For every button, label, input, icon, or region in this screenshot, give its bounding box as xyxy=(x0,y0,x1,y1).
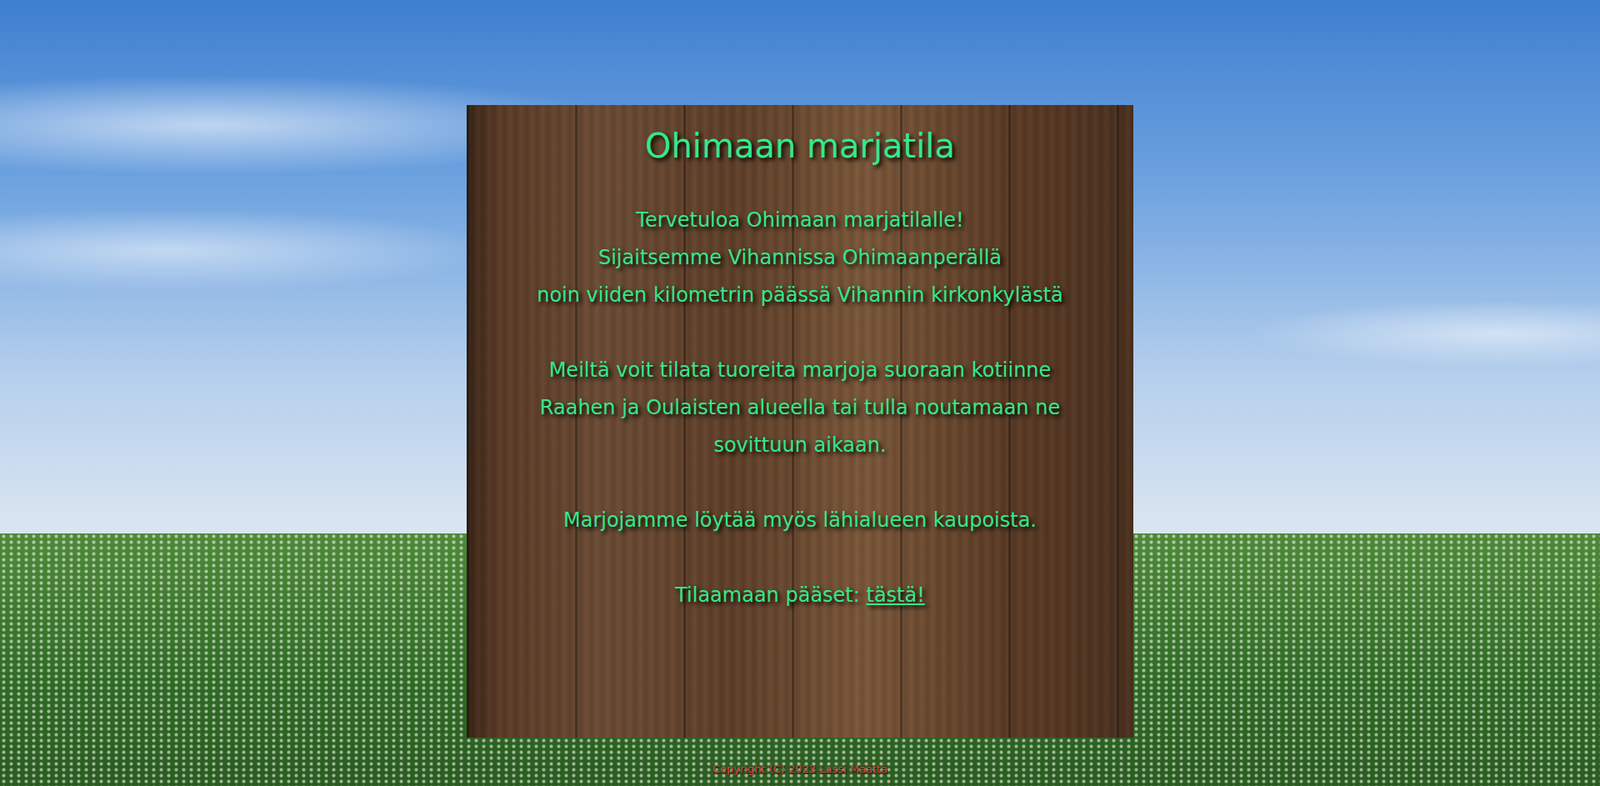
wood-panel: Ohimaan marjatila Tervetuloa Ohimaan mar… xyxy=(466,105,1134,738)
text-line: Marjojamme löytää myös lähialueen kaupoi… xyxy=(525,501,1075,540)
order-paragraph: Tilaamaan pääset: tästä! xyxy=(525,576,1075,615)
paragraph: Marjojamme löytää myös lähialueen kaupoi… xyxy=(525,501,1075,540)
paragraph: Tervetuloa Ohimaan marjatilalle!Sijaitse… xyxy=(525,201,1075,315)
order-label: Tilaamaan pääset: xyxy=(675,583,866,607)
text-line: sovittuun aikaan. xyxy=(525,426,1075,465)
page-title: Ohimaan marjatila xyxy=(525,123,1075,169)
text-line: Raahen ja Oulaisten alueella tai tulla n… xyxy=(525,389,1075,427)
text-line: noin viiden kilometrin päässä Vihannin k… xyxy=(525,276,1075,315)
text-line: Sijaitsemme Vihannissa Ohimaanperällä xyxy=(525,239,1075,277)
text-line: Meiltä voit tilata tuoreita marjoja suor… xyxy=(525,351,1075,390)
text-line: Tervetuloa Ohimaan marjatilalle! xyxy=(525,201,1075,240)
order-link[interactable]: tästä! xyxy=(866,583,925,607)
paragraph: Meiltä voit tilata tuoreita marjoja suor… xyxy=(525,351,1075,465)
copyright: Copyright (C) 2023 Lassi Määttä xyxy=(712,762,888,775)
page: Ohimaan marjatila Tervetuloa Ohimaan mar… xyxy=(0,0,1600,786)
